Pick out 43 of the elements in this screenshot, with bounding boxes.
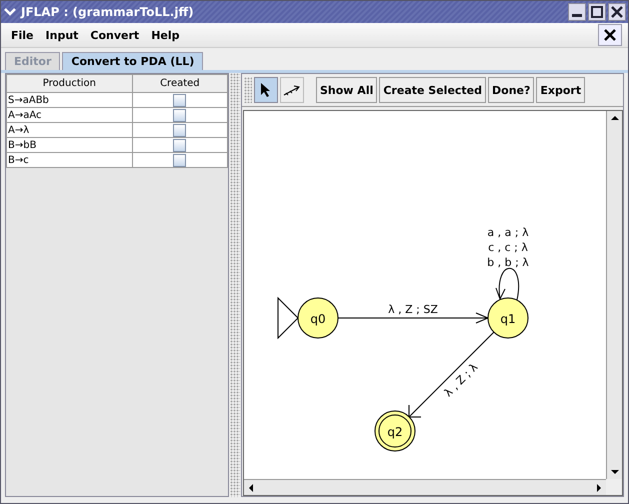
toolbar-button[interactable]: Create Selected [379, 77, 486, 103]
toolbar-button[interactable]: Done? [488, 77, 534, 103]
menu-item[interactable]: File [5, 28, 40, 42]
transition-label: b , b ; λ [487, 256, 529, 269]
pointer-icon [260, 82, 272, 98]
checkbox[interactable] [173, 138, 186, 152]
close-icon[interactable] [608, 3, 626, 21]
tab[interactable]: Convert to PDA (LL) [62, 52, 204, 70]
maximize-icon[interactable] [588, 3, 606, 21]
minimize-icon[interactable] [568, 3, 586, 21]
pointer-tool[interactable] [254, 77, 278, 103]
window-title: JFLAP : (grammarToLL.jff) [21, 5, 195, 19]
state-node: q1 [488, 298, 528, 338]
menu-item[interactable]: Help [145, 28, 186, 42]
horizontal-scrollbar[interactable] [244, 479, 606, 495]
checkbox[interactable] [173, 154, 186, 166]
state-node: q2 [374, 410, 416, 452]
toolbar-button[interactable]: Show All [316, 77, 378, 103]
transition-label: λ , Z ; SZ [388, 303, 438, 316]
transition-label: λ , Z ; λ [442, 360, 480, 400]
column-header: Production [6, 74, 132, 92]
checkbox[interactable] [173, 94, 186, 106]
close-icon[interactable] [598, 24, 622, 46]
transition-label: a , a ; λ [487, 226, 529, 239]
menu-item[interactable]: Input [40, 28, 84, 42]
table-cell: B→c [6, 152, 132, 168]
vertical-scrollbar[interactable] [606, 111, 622, 479]
table-cell: B→bB [6, 138, 132, 152]
table-cell: A→λ [6, 122, 132, 138]
checkbox[interactable] [173, 124, 186, 136]
transition-label: c , c ; λ [488, 241, 528, 254]
table-cell: S→aABb [6, 92, 132, 108]
window-menu-icon[interactable] [3, 7, 17, 17]
menu-item[interactable]: Convert [84, 28, 146, 42]
column-header: Created [132, 74, 228, 92]
toolbar-grip[interactable] [244, 77, 252, 103]
loop-arrow [496, 268, 519, 300]
checkbox[interactable] [173, 108, 186, 122]
split-handle[interactable] [230, 73, 240, 497]
transition-tool[interactable] [280, 77, 304, 103]
table-cell: A→aAc [6, 108, 132, 122]
arrow-icon [283, 84, 301, 96]
toolbar-button[interactable]: Export [536, 77, 586, 103]
